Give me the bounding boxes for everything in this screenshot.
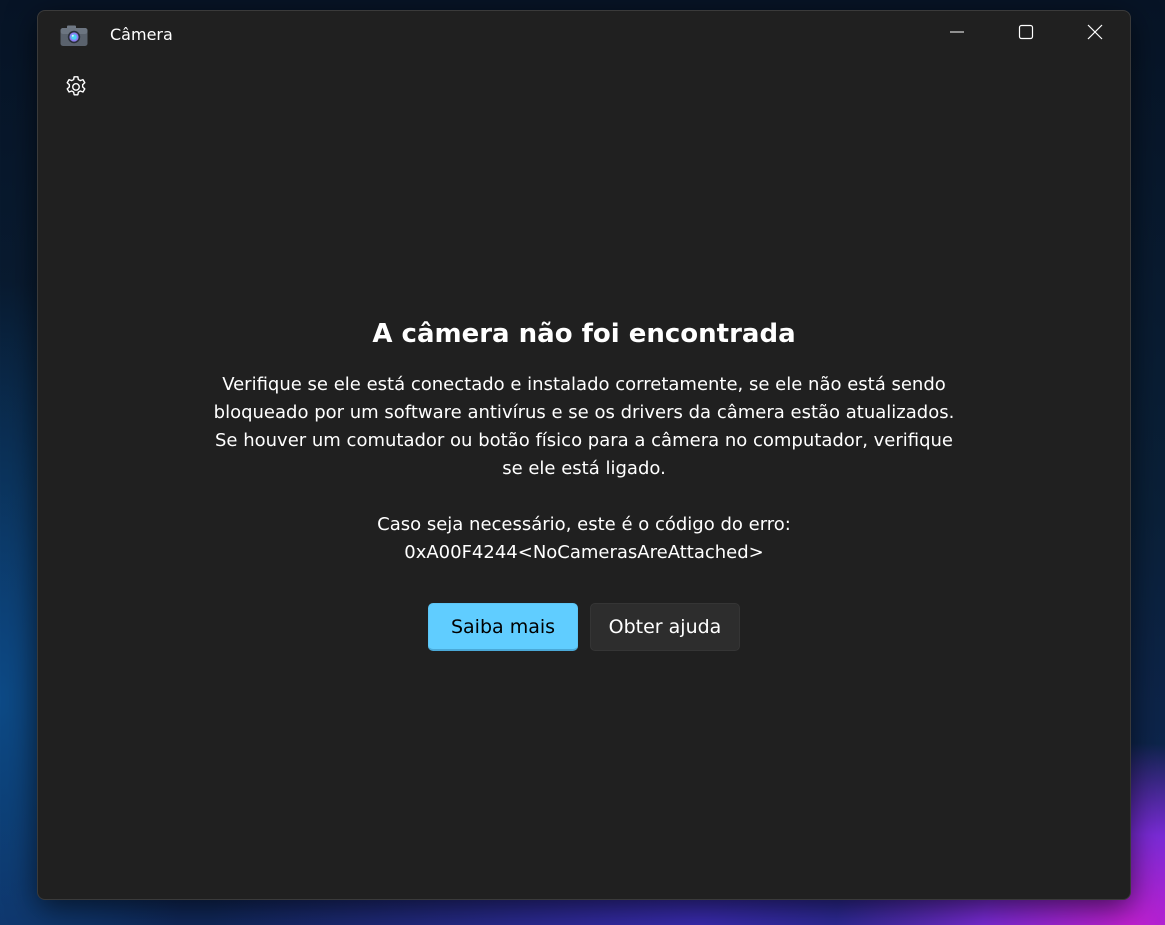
error-code-intro: Caso seja necessário, este é o código do… [377, 514, 791, 535]
error-code: 0xA00F4244<NoCamerasAreAttached> [404, 542, 764, 563]
camera-app-icon [60, 25, 88, 47]
minimize-button[interactable] [923, 11, 991, 57]
error-description: Verifique se ele está conectado e instal… [213, 374, 955, 479]
title-bar[interactable]: Câmera [38, 11, 1130, 59]
error-panel: A câmera não foi encontrada Verifique se… [38, 317, 1130, 651]
close-button[interactable] [1061, 11, 1129, 57]
learn-more-button[interactable]: Saiba mais [428, 603, 578, 651]
error-heading: A câmera não foi encontrada [372, 319, 796, 349]
action-buttons: Saiba mais Obter ajuda [38, 603, 1130, 651]
get-help-button[interactable]: Obter ajuda [590, 603, 740, 651]
maximize-icon [1018, 24, 1034, 44]
close-icon [1087, 24, 1103, 44]
camera-window: Câmera A câmera não foi encontrada Verif… [37, 10, 1131, 900]
settings-button[interactable] [60, 73, 92, 105]
gear-icon [63, 74, 89, 104]
error-code-block: Caso seja necessário, este é o código do… [38, 511, 1130, 567]
minimize-icon [949, 24, 965, 44]
window-title: Câmera [110, 25, 173, 44]
maximize-button[interactable] [992, 11, 1060, 57]
